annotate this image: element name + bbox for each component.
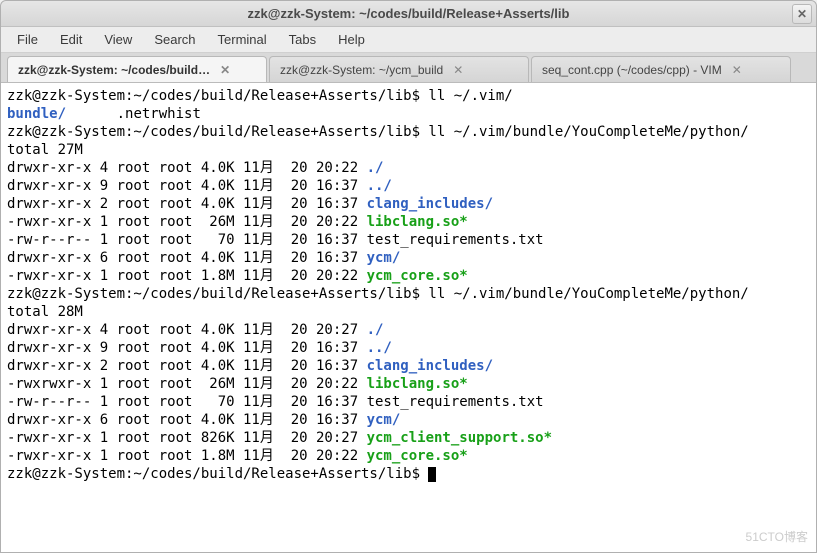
file-name: test_requirements.txt [367, 232, 544, 248]
tab-title: seq_cont.cpp (~/codes/cpp) - VIM [542, 63, 722, 77]
close-icon[interactable]: ✕ [730, 63, 744, 77]
tab-title: zzk@zzk-System: ~/ycm_build [280, 63, 443, 77]
tab-title: zzk@zzk-System: ~/codes/build… [18, 63, 210, 77]
ls-row: drwxr-xr-x 9 root root 4.0K 11月 20 16:37… [7, 177, 810, 195]
ls-row: -rwxr-xr-x 1 root root 26M 11月 20 20:22 … [7, 213, 810, 231]
dir-name: ./ [367, 322, 384, 338]
menu-edit[interactable]: Edit [50, 29, 92, 50]
menu-terminal[interactable]: Terminal [208, 29, 277, 50]
cursor [428, 467, 436, 482]
dir-name: clang_includes/ [367, 196, 493, 212]
close-button[interactable]: ✕ [792, 4, 812, 24]
dir-name: clang_includes/ [367, 358, 493, 374]
dir-name: ./ [367, 160, 384, 176]
dir-name: ../ [367, 340, 392, 356]
ls-row: -rw-r--r-- 1 root root 70 11月 20 16:37 t… [7, 231, 810, 249]
menu-tabs[interactable]: Tabs [279, 29, 326, 50]
tab-3[interactable]: seq_cont.cpp (~/codes/cpp) - VIM ✕ [531, 56, 791, 82]
menu-file[interactable]: File [7, 29, 48, 50]
ls-row: -rwxr-xr-x 1 root root 826K 11月 20 20:27… [7, 429, 810, 447]
executable-name: ycm_client_support.so* [367, 430, 552, 446]
ls-row: -rwxrwxr-x 1 root root 26M 11月 20 20:22 … [7, 375, 810, 393]
terminal-output[interactable]: zzk@zzk-System:~/codes/build/Release+Ass… [1, 83, 816, 552]
terminal-line: zzk@zzk-System:~/codes/build/Release+Ass… [7, 123, 810, 141]
terminal-line: bundle/ .netrwhist [7, 105, 810, 123]
menu-search[interactable]: Search [144, 29, 205, 50]
window-title: zzk@zzk-System: ~/codes/build/Release+As… [248, 6, 570, 21]
titlebar: zzk@zzk-System: ~/codes/build/Release+As… [1, 1, 816, 27]
ls-row: -rw-r--r-- 1 root root 70 11月 20 16:37 t… [7, 393, 810, 411]
ls-row: -rwxr-xr-x 1 root root 1.8M 11月 20 20:22… [7, 267, 810, 285]
terminal-window: zzk@zzk-System: ~/codes/build/Release+As… [0, 0, 817, 553]
terminal-prompt[interactable]: zzk@zzk-System:~/codes/build/Release+Ass… [7, 465, 810, 483]
menu-view[interactable]: View [94, 29, 142, 50]
ls-row: -rwxr-xr-x 1 root root 1.8M 11月 20 20:22… [7, 447, 810, 465]
terminal-line: zzk@zzk-System:~/codes/build/Release+Ass… [7, 87, 810, 105]
ls-row: drwxr-xr-x 2 root root 4.0K 11月 20 16:37… [7, 195, 810, 213]
executable-name: ycm_core.so* [367, 268, 468, 284]
ls-row: drwxr-xr-x 6 root root 4.0K 11月 20 16:37… [7, 411, 810, 429]
close-icon[interactable]: ✕ [451, 63, 465, 77]
ls-row: drwxr-xr-x 4 root root 4.0K 11月 20 20:27… [7, 321, 810, 339]
close-icon[interactable]: ✕ [218, 63, 232, 77]
menu-help[interactable]: Help [328, 29, 375, 50]
terminal-line: zzk@zzk-System:~/codes/build/Release+Ass… [7, 285, 810, 303]
file-name: test_requirements.txt [367, 394, 544, 410]
tab-1[interactable]: zzk@zzk-System: ~/codes/build… ✕ [7, 56, 267, 82]
watermark: 51CTO博客 [746, 528, 808, 546]
tab-2[interactable]: zzk@zzk-System: ~/ycm_build ✕ [269, 56, 529, 82]
executable-name: libclang.so* [367, 376, 468, 392]
tabbar: zzk@zzk-System: ~/codes/build… ✕ zzk@zzk… [1, 53, 816, 83]
dir-name: ../ [367, 178, 392, 194]
dir-name: bundle/ [7, 106, 66, 122]
executable-name: libclang.so* [367, 214, 468, 230]
executable-name: ycm_core.so* [367, 448, 468, 464]
menubar: File Edit View Search Terminal Tabs Help [1, 27, 816, 53]
terminal-line: total 27M [7, 141, 810, 159]
ls-row: drwxr-xr-x 6 root root 4.0K 11月 20 16:37… [7, 249, 810, 267]
terminal-line: total 28M [7, 303, 810, 321]
ls-row: drwxr-xr-x 9 root root 4.0K 11月 20 16:37… [7, 339, 810, 357]
ls-row: drwxr-xr-x 2 root root 4.0K 11月 20 16:37… [7, 357, 810, 375]
dir-name: ycm/ [367, 412, 401, 428]
dir-name: ycm/ [367, 250, 401, 266]
ls-row: drwxr-xr-x 4 root root 4.0K 11月 20 20:22… [7, 159, 810, 177]
close-icon: ✕ [797, 7, 807, 21]
